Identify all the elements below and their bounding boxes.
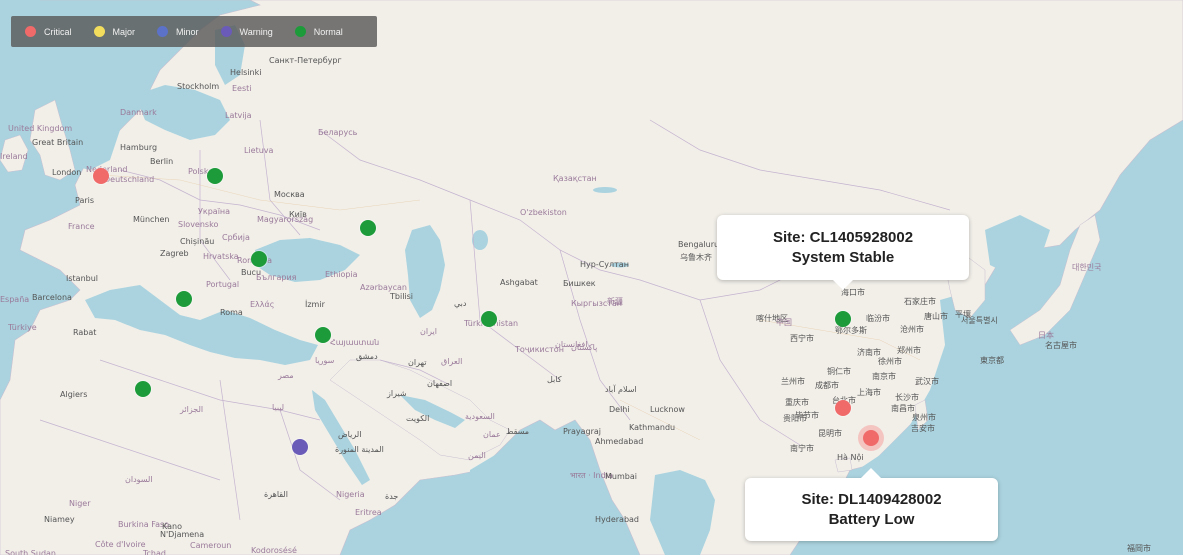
site-marker-normal[interactable] <box>207 168 223 184</box>
map-view[interactable]: United Kingdom Great Britain Ireland London… <box>0 0 1183 555</box>
site-marker-critical[interactable] <box>863 430 879 446</box>
tooltip-site-id: Site: DL1409428002 <box>801 490 942 508</box>
site-marker-normal[interactable] <box>135 381 151 397</box>
site-marker-critical[interactable] <box>835 400 851 416</box>
legend: Critical Major Minor Warning Normal <box>11 16 377 47</box>
tooltip-site-status: Battery Low <box>828 510 915 528</box>
legend-label: Major <box>112 26 136 37</box>
tooltip-arrow <box>833 280 853 290</box>
legend-dot-normal-icon <box>294 26 306 37</box>
legend-dot-warning-icon <box>220 26 232 37</box>
site-marker-normal[interactable] <box>251 251 267 267</box>
legend-item-warning[interactable]: Warning <box>220 26 273 37</box>
legend-label: Normal <box>313 26 343 37</box>
site-marker-normal[interactable] <box>360 220 376 236</box>
legend-dot-major-icon <box>93 26 105 37</box>
legend-dot-critical-icon <box>25 26 36 37</box>
tooltip-arrow <box>861 468 881 478</box>
lake-issyk <box>611 262 629 268</box>
site-marker-normal[interactable] <box>835 311 851 327</box>
site-marker-normal[interactable] <box>176 291 192 307</box>
tooltip-site-id: Site: CL1405928002 <box>772 228 914 246</box>
lake-aral <box>472 230 488 250</box>
site-marker-warning[interactable] <box>292 439 308 455</box>
legend-label: Critical <box>44 26 72 37</box>
legend-label: Warning <box>239 26 273 37</box>
site-marker-normal[interactable] <box>315 327 331 343</box>
legend-item-minor[interactable]: Minor <box>157 26 199 37</box>
site-tooltip-top: Site: CL1405928002 System Stable <box>717 215 969 290</box>
tooltip-site-status: System Stable <box>791 248 895 266</box>
site-marker-critical[interactable] <box>93 168 109 184</box>
site-marker-normal[interactable] <box>481 311 497 327</box>
legend-dot-minor-icon <box>157 26 169 37</box>
legend-item-major[interactable]: Major <box>93 26 136 37</box>
legend-item-normal[interactable]: Normal <box>294 26 343 37</box>
island-hainan <box>834 457 853 473</box>
lake-balkhash <box>593 187 617 193</box>
legend-item-critical[interactable]: Critical <box>25 26 72 37</box>
legend-label: Minor <box>176 26 199 37</box>
site-tooltip-bottom: Site: DL1409428002 Battery Low <box>745 468 998 541</box>
basemap[interactable] <box>0 0 1183 555</box>
